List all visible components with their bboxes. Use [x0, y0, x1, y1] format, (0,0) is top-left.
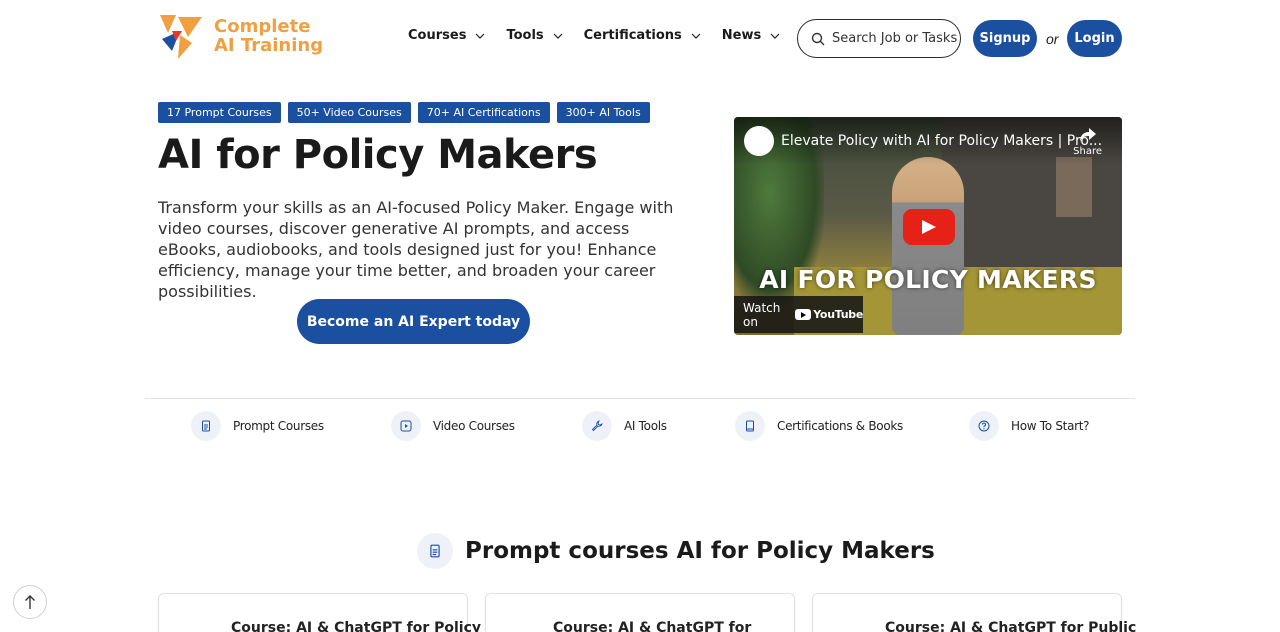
youtube-play-box: [795, 309, 812, 320]
course-card-title: Course: AI & ChatGPT for: [553, 620, 752, 632]
logo-line-2: AI Training: [214, 35, 324, 56]
search-input[interactable]: Search Job or Tasks: [797, 19, 961, 58]
tab-video-courses[interactable]: Video Courses: [391, 411, 515, 441]
tab-video-courses-label: Video Courses: [433, 419, 515, 433]
chevron-down-icon: [770, 33, 780, 39]
signup-button[interactable]: Signup: [973, 20, 1037, 57]
question-icon: [969, 411, 999, 441]
course-card-title: Course: AI & ChatGPT for Policy: [231, 620, 482, 632]
course-card[interactable]: Course: AI & ChatGPT for Policy: [158, 593, 481, 632]
nav-tools[interactable]: Tools: [506, 28, 563, 43]
tab-prompt-courses[interactable]: Prompt Courses: [191, 411, 324, 441]
hero-description: Transform your skills as an AI-focused P…: [158, 198, 674, 301]
section-title: Prompt courses AI for Policy Makers: [465, 538, 935, 564]
youtube-logo-icon: YouTube: [795, 308, 863, 321]
site-header: Complete AI Training Courses Tools Certi…: [0, 0, 1280, 76]
scroll-to-top-button[interactable]: [13, 585, 47, 619]
video-embed[interactable]: Elevate Policy with AI for Policy Makers…: [734, 117, 1122, 335]
chevron-down-icon: [476, 33, 485, 39]
video-title[interactable]: Elevate Policy with AI for Policy Makers…: [781, 133, 1102, 149]
channel-avatar[interactable]: [744, 126, 774, 156]
chevron-down-icon: [691, 33, 701, 39]
video-share-label: Share: [1073, 146, 1102, 157]
badge-prompt-courses[interactable]: 17 Prompt Courses: [158, 102, 281, 123]
video-bg-art: [1056, 157, 1092, 217]
course-card[interactable]: Course: AI & ChatGPT for Public: [812, 593, 1136, 632]
logo-line-1: Complete: [214, 16, 311, 37]
badge-ai-tools[interactable]: 300+ AI Tools: [556, 102, 650, 123]
nav-news[interactable]: News: [722, 28, 781, 43]
prompt-courses-heading: Prompt courses AI for Policy Makers: [417, 533, 935, 569]
logo-mark-icon: [160, 15, 202, 59]
tab-certifications-books[interactable]: Certifications & Books: [735, 411, 903, 441]
nav-tools-label: Tools: [506, 28, 544, 43]
page-title: AI for Policy Makers: [158, 132, 598, 178]
logo-text: Complete AI Training: [214, 17, 323, 55]
login-button[interactable]: Login: [1067, 20, 1122, 57]
badge-video-courses[interactable]: 50+ Video Courses: [287, 102, 411, 123]
tab-ai-tools[interactable]: AI Tools: [582, 411, 667, 441]
badge-certifications[interactable]: 70+ AI Certifications: [417, 102, 550, 123]
nav-certifications[interactable]: Certifications: [584, 28, 702, 43]
tab-ai-tools-label: AI Tools: [624, 419, 667, 433]
video-caption: AI FOR POLICY MAKERS: [759, 265, 1097, 294]
share-arrow-icon: [1079, 128, 1096, 142]
book-icon: [735, 411, 765, 441]
watch-on-label: Watch on: [743, 300, 781, 329]
tab-certifications-books-label: Certifications & Books: [777, 419, 903, 433]
document-icon: [191, 411, 221, 441]
course-card-title: Course: AI & ChatGPT for Public: [885, 620, 1137, 632]
section-divider: [145, 398, 1135, 399]
tab-how-to-start-label: How To Start?: [1011, 419, 1090, 433]
video-presenter: [892, 157, 964, 335]
course-card[interactable]: Course: AI & ChatGPT for: [485, 593, 795, 632]
search-placeholder: Search Job or Tasks: [832, 31, 958, 46]
document-icon: [417, 533, 453, 569]
video-share-button[interactable]: Share: [1073, 127, 1102, 157]
video-play-button[interactable]: [903, 209, 955, 245]
wrench-icon: [582, 411, 612, 441]
tab-how-to-start[interactable]: How To Start?: [969, 411, 1090, 441]
nav-certifications-label: Certifications: [583, 28, 682, 43]
main-nav: Courses Tools Certifications News: [408, 28, 801, 43]
chevron-down-icon: [553, 33, 563, 39]
category-tabs: Prompt Courses Video Courses AI Tools Ce…: [0, 411, 1280, 443]
stat-badges: 17 Prompt Courses 50+ Video Courses 70+ …: [158, 102, 657, 123]
play-icon: [391, 411, 421, 441]
youtube-logo-label: YouTube: [813, 308, 863, 321]
nav-courses[interactable]: Courses: [408, 28, 486, 43]
play-icon: [922, 220, 936, 234]
nav-news-label: News: [721, 28, 762, 43]
watch-on-youtube-button[interactable]: Watch on YouTube: [734, 296, 863, 333]
search-icon: [811, 32, 825, 45]
nav-courses-label: Courses: [408, 28, 467, 43]
tab-prompt-courses-label: Prompt Courses: [233, 419, 324, 433]
arrow-up-icon: [25, 595, 35, 609]
site-logo[interactable]: Complete AI Training: [158, 13, 323, 59]
become-expert-button[interactable]: Become an AI Expert today: [297, 299, 530, 344]
or-separator: or: [1046, 31, 1059, 47]
